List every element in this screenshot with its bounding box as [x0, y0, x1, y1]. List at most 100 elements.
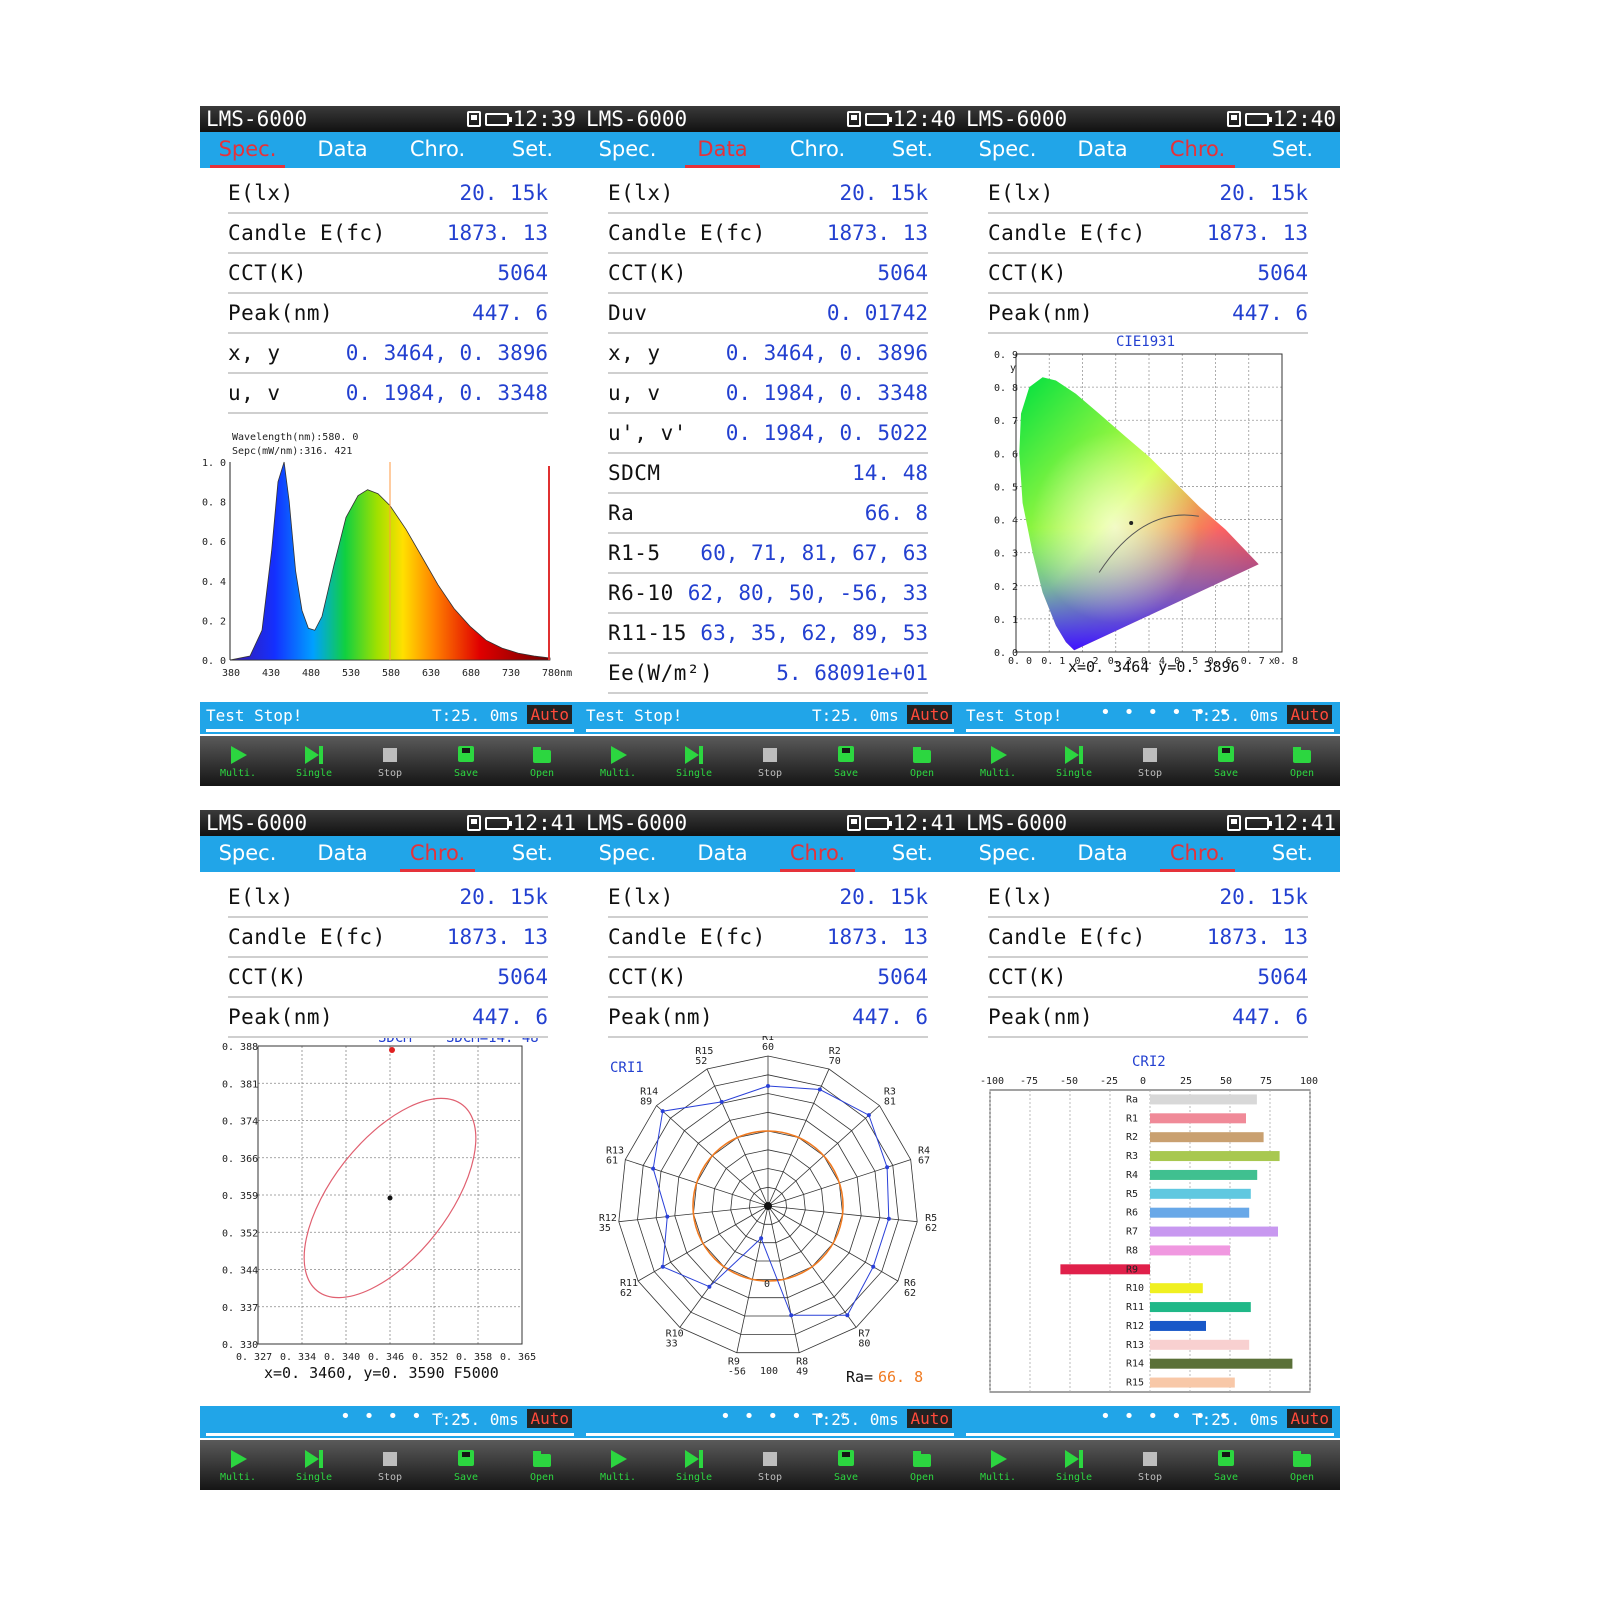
cri-point — [871, 1264, 876, 1269]
stop-button[interactable]: Stop — [352, 736, 428, 786]
multi-button[interactable]: Multi. — [580, 736, 656, 786]
multi-button[interactable]: Multi. — [960, 736, 1036, 786]
cursor-wavelength: Wavelength(nm):580. 0 — [232, 432, 358, 443]
open-button[interactable]: Open — [884, 1440, 960, 1490]
clock: 12:41 — [1272, 811, 1336, 835]
tab-spec[interactable]: Spec. — [200, 132, 295, 168]
single-button[interactable]: Single — [656, 1440, 732, 1490]
y-tick-label: 0. 2 — [994, 582, 1018, 593]
open-button[interactable]: Open — [504, 736, 580, 786]
x-tick-label: 100 — [1300, 1076, 1318, 1087]
tool-label: Single — [675, 1471, 713, 1483]
tab-data[interactable]: Data — [295, 836, 390, 872]
tab-chro[interactable]: Chro. — [770, 132, 865, 168]
single-button[interactable]: Single — [1036, 1440, 1112, 1490]
single-button[interactable]: Single — [1036, 736, 1112, 786]
tool-label: Open — [1289, 767, 1315, 779]
screen-cri1: LMS-6000 12:41 Spec. Data Chro. Set. E(lx) 2… — [580, 810, 960, 1490]
cri-point — [866, 1113, 871, 1118]
integration-time: T:25. 0ms — [432, 1410, 519, 1429]
tab-spec[interactable]: Spec. — [960, 836, 1055, 872]
auto-mode-badge[interactable]: Auto — [1287, 705, 1332, 724]
single-button[interactable]: Single — [276, 1440, 352, 1490]
tool-label: Open — [529, 1471, 555, 1483]
stop-button[interactable]: Stop — [352, 1440, 428, 1490]
tab-set[interactable]: Set. — [865, 836, 960, 872]
stop-button[interactable]: Stop — [1112, 1440, 1188, 1490]
auto-mode-badge[interactable]: Auto — [527, 705, 572, 724]
open-button[interactable]: Open — [1264, 1440, 1340, 1490]
reading-label: E(lx) — [228, 885, 294, 909]
auto-mode-badge[interactable]: Auto — [527, 1409, 572, 1428]
coordinate-readout: x=0. 3464 y=0. 3896 — [1068, 658, 1240, 676]
stop-button[interactable]: Stop — [1112, 736, 1188, 786]
play-icon — [607, 1448, 629, 1470]
stop-button[interactable]: Stop — [732, 736, 808, 786]
tab-set[interactable]: Set. — [1245, 132, 1340, 168]
multi-button[interactable]: Multi. — [960, 1440, 1036, 1490]
tab-set[interactable]: Set. — [865, 132, 960, 168]
reading-label: Candle E(fc) — [608, 925, 766, 949]
cri-name: R8 — [1126, 1245, 1138, 1256]
reading-row: Ee(W/m²) 5. 68091e+01 — [608, 654, 928, 694]
tab-data[interactable]: Data — [675, 836, 770, 872]
tab-chro[interactable]: Chro. — [390, 836, 485, 872]
tab-set[interactable]: Set. — [1245, 836, 1340, 872]
progress-bar — [586, 1433, 954, 1436]
integration-time: T:25. 0ms — [1192, 706, 1279, 725]
cri-point — [665, 1214, 670, 1219]
reading-row: E(lx) 20. 15k — [608, 174, 928, 214]
save-button[interactable]: Save — [808, 1440, 884, 1490]
auto-mode-badge[interactable]: Auto — [907, 1409, 952, 1428]
reading-value: 1873. 13 — [446, 925, 548, 949]
open-button[interactable]: Open — [1264, 736, 1340, 786]
tab-chro[interactable]: Chro. — [770, 836, 865, 872]
tab-spec[interactable]: Spec. — [200, 836, 295, 872]
multi-button[interactable]: Multi. — [200, 1440, 276, 1490]
tab-spec[interactable]: Spec. — [580, 132, 675, 168]
reading-label: E(lx) — [228, 181, 294, 205]
cri-value: 52 — [695, 1056, 707, 1067]
play-icon — [987, 744, 1009, 766]
tab-set[interactable]: Set. — [485, 132, 580, 168]
tab-spec[interactable]: Spec. — [960, 132, 1055, 168]
save-button[interactable]: Save — [808, 736, 884, 786]
y-tick-label: 0. 337 — [222, 1303, 258, 1314]
tab-data[interactable]: Data — [1055, 132, 1150, 168]
tab-bar: Spec. Data Chro. Set. — [200, 132, 580, 168]
toolbar: Multi. Single Stop Save Open — [960, 736, 1340, 786]
sd-card-icon — [466, 815, 481, 831]
auto-mode-badge[interactable]: Auto — [1287, 1409, 1332, 1428]
tab-set[interactable]: Set. — [485, 836, 580, 872]
multi-button[interactable]: Multi. — [200, 736, 276, 786]
tab-data[interactable]: Data — [675, 132, 770, 168]
target-center — [387, 1195, 393, 1201]
tab-chro[interactable]: Chro. — [1150, 132, 1245, 168]
tab-data[interactable]: Data — [295, 132, 390, 168]
stop-button[interactable]: Stop — [732, 1440, 808, 1490]
folder-open-icon — [531, 1448, 553, 1470]
single-button[interactable]: Single — [656, 736, 732, 786]
save-button[interactable]: Save — [428, 1440, 504, 1490]
cursor-value: Sepc(mW/nm):316. 421 — [232, 446, 352, 457]
save-button[interactable]: Save — [1188, 1440, 1264, 1490]
open-button[interactable]: Open — [884, 736, 960, 786]
chart-title: SDCM — [378, 1038, 412, 1046]
save-button[interactable]: Save — [428, 736, 504, 786]
single-button[interactable]: Single — [276, 736, 352, 786]
open-button[interactable]: Open — [504, 1440, 580, 1490]
step-icon — [683, 1448, 705, 1470]
x-tick-label: 480 — [302, 668, 320, 679]
tab-spec[interactable]: Spec. — [580, 836, 675, 872]
y-tick-label: 0. 8 — [202, 498, 226, 509]
x-tick-label: 0. 327 — [236, 1352, 272, 1363]
tab-chro[interactable]: Chro. — [390, 132, 485, 168]
tab-data[interactable]: Data — [1055, 836, 1150, 872]
multi-button[interactable]: Multi. — [580, 1440, 656, 1490]
auto-mode-badge[interactable]: Auto — [907, 705, 952, 724]
toolbar: Multi. Single Stop Save Open — [200, 736, 580, 786]
tab-chro[interactable]: Chro. — [1150, 836, 1245, 872]
integration-time: T:25. 0ms — [1192, 1410, 1279, 1429]
save-button[interactable]: Save — [1188, 736, 1264, 786]
reading-row: CCT(K) 5064 — [608, 254, 928, 294]
